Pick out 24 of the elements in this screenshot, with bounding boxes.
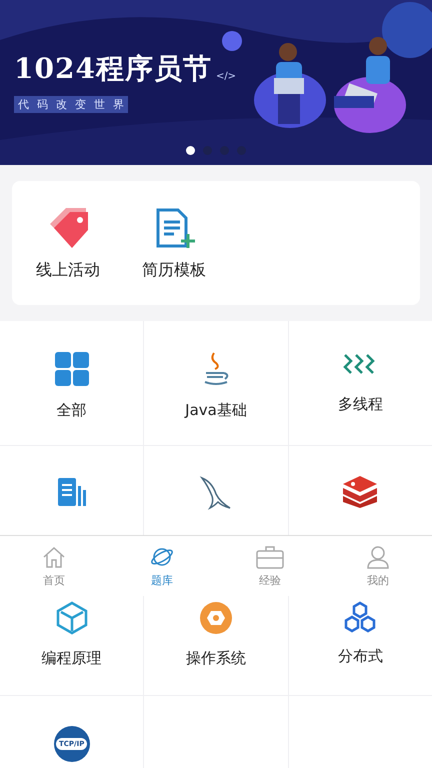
tab[interactable]: 题库 (151, 572, 173, 588)
hexagons-icon (343, 601, 378, 633)
briefcase-icon (256, 544, 284, 568)
category-label[interactable]: Java基础 (185, 401, 247, 420)
shortcut-label[interactable]: 线上活动 (36, 260, 100, 280)
tab[interactable]: 我的 (367, 572, 389, 588)
document-bars-icon (56, 476, 88, 508)
banner-subtitle: 代 码 改 变 世 界 (14, 96, 128, 113)
user-icon (366, 544, 390, 568)
hex-nut-icon (198, 601, 233, 635)
grid-icon (54, 351, 90, 387)
tab[interactable]: 首页 (43, 572, 65, 588)
home-icon (42, 544, 66, 568)
category-label[interactable]: 全部 (56, 401, 87, 420)
category-label[interactable]: 操作系统 (186, 649, 246, 668)
cube-stack-icon (341, 476, 380, 508)
category-label[interactable]: 分布式 (338, 647, 383, 666)
cube-icon (56, 601, 88, 635)
shortcut-label[interactable]: 简历模板 (142, 260, 206, 280)
code-tag: </> (216, 71, 236, 88)
category-label[interactable]: 编程原理 (42, 649, 102, 668)
tab[interactable]: 经验 (259, 572, 281, 588)
banner-title: 1024程序员节 (14, 51, 212, 87)
category-label[interactable]: 多线程 (338, 395, 383, 414)
